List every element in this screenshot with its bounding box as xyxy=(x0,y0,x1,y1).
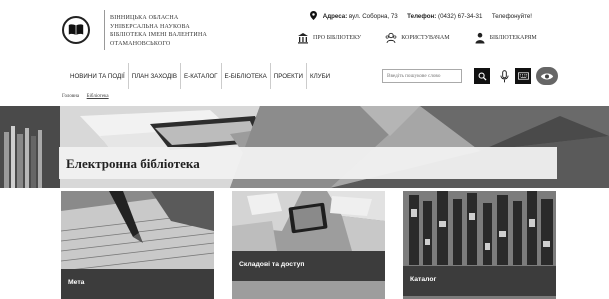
top-links: Про бібліотеку Користувачам Бібліотекаря… xyxy=(297,32,537,44)
microphone-icon xyxy=(499,69,509,82)
phone-cta: Телефонуйте! xyxy=(491,13,533,20)
search-button[interactable] xyxy=(474,68,490,84)
open-book-icon xyxy=(68,24,84,35)
breadcrumb-home[interactable]: Головна xyxy=(62,94,79,99)
header-divider xyxy=(104,10,105,50)
library-name-line: Вінницька обласна xyxy=(110,15,179,21)
top-link-label: Про бібліотеку xyxy=(313,35,362,41)
main-nav: Новини та події План заходів Е-каталог Е… xyxy=(0,63,609,89)
page-title: Електронна бібліотека xyxy=(66,156,200,171)
tile-image-tablet xyxy=(232,191,385,299)
breadcrumb: Головна Бібліотека xyxy=(62,94,109,99)
breadcrumb-current[interactable]: Бібліотека xyxy=(87,94,109,99)
browser-page: Вінницька обласна універсальна наукова б… xyxy=(0,0,609,299)
top-link-label: Бібліотекарям xyxy=(489,35,537,41)
keyboard-icon xyxy=(517,72,529,80)
librarian-icon xyxy=(475,32,485,44)
nav-item-events[interactable]: План заходів xyxy=(129,63,181,89)
search-icon xyxy=(478,72,487,81)
nav-item-clubs[interactable]: Клуби xyxy=(307,63,333,89)
nav-item-news[interactable]: Новини та події xyxy=(67,63,129,89)
tile-caption: Каталог xyxy=(403,266,556,296)
library-logo[interactable] xyxy=(62,16,90,44)
site-header: Вінницька обласна універсальна наукова б… xyxy=(0,0,609,60)
tile-components-access[interactable]: Складові та доступ xyxy=(232,191,385,299)
phone-label: Телефон: xyxy=(407,13,437,20)
top-link-librarians[interactable]: Бібліотекарям xyxy=(474,32,537,44)
users-icon xyxy=(385,32,397,44)
tile-caption: Мета xyxy=(61,269,214,299)
accessibility-button[interactable] xyxy=(536,67,558,85)
nav-items: Новини та події План заходів Е-каталог Е… xyxy=(67,63,333,89)
library-name-line: універсальна наукова xyxy=(110,23,190,30)
eye-icon xyxy=(540,73,554,79)
top-link-label: Користувачам xyxy=(401,35,450,41)
tile-catalog[interactable]: Каталог xyxy=(403,191,556,299)
search-input[interactable]: Введіть пошукове слово xyxy=(382,69,462,83)
location-pin-icon xyxy=(310,11,317,20)
virtual-keyboard-button[interactable] xyxy=(515,68,531,84)
tile-caption: Складові та доступ xyxy=(232,251,385,281)
nav-item-elibrary[interactable]: Е-бібліотека xyxy=(222,63,271,89)
voice-search-button[interactable] xyxy=(497,68,511,84)
building-icon xyxy=(298,33,308,44)
library-name[interactable]: Вінницька обласна універсальна наукова б… xyxy=(110,14,250,48)
phone-value[interactable]: (0432) 67-34-31 xyxy=(438,13,482,20)
contact-line: Адреса: вул. Соборна, 73 Телефон: (0432)… xyxy=(310,11,532,20)
top-link-users[interactable]: Користувачам xyxy=(385,32,450,44)
address-label: Адреса: xyxy=(322,13,348,20)
nav-item-ecatalog[interactable]: Е-каталог xyxy=(181,63,222,89)
nav-item-projects[interactable]: Проекти xyxy=(271,63,307,89)
address-value: вул. Соборна, 73 xyxy=(349,13,398,20)
library-name-line: Отамановського xyxy=(110,40,171,47)
library-name-line: бібліотека імені Валентина xyxy=(110,32,208,38)
top-link-about[interactable]: Про бібліотеку xyxy=(297,32,361,44)
tile-goal[interactable]: Мета xyxy=(61,191,214,299)
